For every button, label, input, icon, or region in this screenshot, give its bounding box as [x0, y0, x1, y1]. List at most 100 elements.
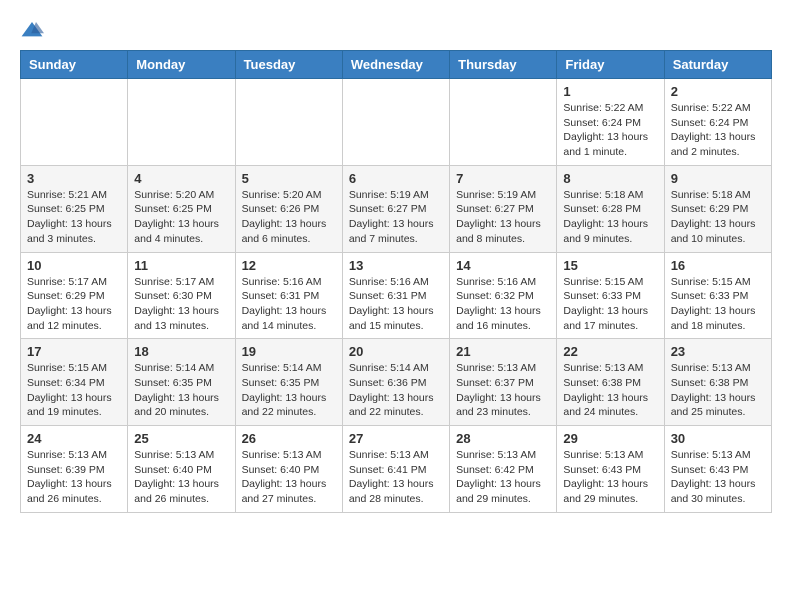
calendar-cell — [450, 79, 557, 166]
day-info: Sunrise: 5:18 AM Sunset: 6:29 PM Dayligh… — [671, 188, 765, 247]
day-number: 27 — [349, 431, 443, 446]
calendar-cell: 20 Sunrise: 5:14 AM Sunset: 6:36 PM Dayli… — [342, 339, 449, 426]
day-info: Sunrise: 5:13 AM Sunset: 6:39 PM Dayligh… — [27, 448, 121, 507]
day-number: 24 — [27, 431, 121, 446]
day-info: Sunrise: 5:13 AM Sunset: 6:42 PM Dayligh… — [456, 448, 550, 507]
day-number: 13 — [349, 258, 443, 273]
day-info: Sunrise: 5:13 AM Sunset: 6:43 PM Dayligh… — [671, 448, 765, 507]
day-info: Sunrise: 5:13 AM Sunset: 6:41 PM Dayligh… — [349, 448, 443, 507]
calendar-cell: 28 Sunrise: 5:13 AM Sunset: 6:42 PM Dayli… — [450, 426, 557, 513]
calendar-cell: 1 Sunrise: 5:22 AM Sunset: 6:24 PM Daylig… — [557, 79, 664, 166]
day-number: 11 — [134, 258, 228, 273]
calendar-header-monday: Monday — [128, 51, 235, 79]
day-info: Sunrise: 5:20 AM Sunset: 6:26 PM Dayligh… — [242, 188, 336, 247]
day-number: 5 — [242, 171, 336, 186]
calendar-cell: 25 Sunrise: 5:13 AM Sunset: 6:40 PM Dayli… — [128, 426, 235, 513]
calendar-cell: 30 Sunrise: 5:13 AM Sunset: 6:43 PM Dayli… — [664, 426, 771, 513]
day-number: 14 — [456, 258, 550, 273]
day-info: Sunrise: 5:13 AM Sunset: 6:40 PM Dayligh… — [134, 448, 228, 507]
logo-icon — [20, 20, 44, 40]
day-number: 30 — [671, 431, 765, 446]
day-number: 6 — [349, 171, 443, 186]
calendar-cell: 10 Sunrise: 5:17 AM Sunset: 6:29 PM Dayli… — [21, 252, 128, 339]
calendar-header-row: SundayMondayTuesdayWednesdayThursdayFrid… — [21, 51, 772, 79]
calendar-cell: 11Sunrise: 5:17 AM Sunset: 6:30 PM Dayli… — [128, 252, 235, 339]
day-info: Sunrise: 5:14 AM Sunset: 6:36 PM Dayligh… — [349, 361, 443, 420]
calendar-cell: 15 Sunrise: 5:15 AM Sunset: 6:33 PM Dayli… — [557, 252, 664, 339]
calendar-cell — [128, 79, 235, 166]
day-info: Sunrise: 5:19 AM Sunset: 6:27 PM Dayligh… — [349, 188, 443, 247]
calendar-header-saturday: Saturday — [664, 51, 771, 79]
page-header — [20, 20, 772, 40]
day-number: 25 — [134, 431, 228, 446]
day-number: 4 — [134, 171, 228, 186]
day-info: Sunrise: 5:13 AM Sunset: 6:43 PM Dayligh… — [563, 448, 657, 507]
day-info: Sunrise: 5:19 AM Sunset: 6:27 PM Dayligh… — [456, 188, 550, 247]
day-info: Sunrise: 5:14 AM Sunset: 6:35 PM Dayligh… — [242, 361, 336, 420]
day-info: Sunrise: 5:13 AM Sunset: 6:40 PM Dayligh… — [242, 448, 336, 507]
calendar-week-row: 1 Sunrise: 5:22 AM Sunset: 6:24 PM Daylig… — [21, 79, 772, 166]
calendar: SundayMondayTuesdayWednesdayThursdayFrid… — [20, 50, 772, 513]
calendar-cell: 14Sunrise: 5:16 AM Sunset: 6:32 PM Dayli… — [450, 252, 557, 339]
logo — [20, 20, 48, 40]
day-number: 18 — [134, 344, 228, 359]
calendar-cell: 2 Sunrise: 5:22 AM Sunset: 6:24 PM Daylig… — [664, 79, 771, 166]
calendar-cell: 19Sunrise: 5:14 AM Sunset: 6:35 PM Dayli… — [235, 339, 342, 426]
day-number: 28 — [456, 431, 550, 446]
calendar-cell: 22 Sunrise: 5:13 AM Sunset: 6:38 PM Dayli… — [557, 339, 664, 426]
day-number: 20 — [349, 344, 443, 359]
day-number: 3 — [27, 171, 121, 186]
calendar-week-row: 10 Sunrise: 5:17 AM Sunset: 6:29 PM Dayli… — [21, 252, 772, 339]
calendar-week-row: 3 Sunrise: 5:21 AM Sunset: 6:25 PM Daylig… — [21, 165, 772, 252]
day-info: Sunrise: 5:21 AM Sunset: 6:25 PM Dayligh… — [27, 188, 121, 247]
calendar-cell: 21 Sunrise: 5:13 AM Sunset: 6:37 PM Dayli… — [450, 339, 557, 426]
calendar-header-thursday: Thursday — [450, 51, 557, 79]
calendar-cell: 5 Sunrise: 5:20 AM Sunset: 6:26 PM Daylig… — [235, 165, 342, 252]
day-number: 26 — [242, 431, 336, 446]
day-info: Sunrise: 5:18 AM Sunset: 6:28 PM Dayligh… — [563, 188, 657, 247]
calendar-cell: 9 Sunrise: 5:18 AM Sunset: 6:29 PM Daylig… — [664, 165, 771, 252]
calendar-cell: 8 Sunrise: 5:18 AM Sunset: 6:28 PM Daylig… — [557, 165, 664, 252]
calendar-cell: 18 Sunrise: 5:14 AM Sunset: 6:35 PM Dayli… — [128, 339, 235, 426]
day-number: 23 — [671, 344, 765, 359]
calendar-week-row: 17Sunrise: 5:15 AM Sunset: 6:34 PM Dayli… — [21, 339, 772, 426]
calendar-cell: 3 Sunrise: 5:21 AM Sunset: 6:25 PM Daylig… — [21, 165, 128, 252]
day-number: 17 — [27, 344, 121, 359]
day-info: Sunrise: 5:15 AM Sunset: 6:33 PM Dayligh… — [563, 275, 657, 334]
day-number: 10 — [27, 258, 121, 273]
day-number: 29 — [563, 431, 657, 446]
calendar-cell: 7 Sunrise: 5:19 AM Sunset: 6:27 PM Daylig… — [450, 165, 557, 252]
calendar-cell — [235, 79, 342, 166]
day-info: Sunrise: 5:16 AM Sunset: 6:31 PM Dayligh… — [242, 275, 336, 334]
day-info: Sunrise: 5:22 AM Sunset: 6:24 PM Dayligh… — [563, 101, 657, 160]
calendar-cell: 12 Sunrise: 5:16 AM Sunset: 6:31 PM Dayli… — [235, 252, 342, 339]
calendar-cell: 17Sunrise: 5:15 AM Sunset: 6:34 PM Dayli… — [21, 339, 128, 426]
day-info: Sunrise: 5:13 AM Sunset: 6:38 PM Dayligh… — [563, 361, 657, 420]
day-number: 1 — [563, 84, 657, 99]
day-number: 2 — [671, 84, 765, 99]
day-number: 8 — [563, 171, 657, 186]
calendar-cell: 23 Sunrise: 5:13 AM Sunset: 6:38 PM Dayli… — [664, 339, 771, 426]
day-info: Sunrise: 5:14 AM Sunset: 6:35 PM Dayligh… — [134, 361, 228, 420]
day-number: 21 — [456, 344, 550, 359]
day-info: Sunrise: 5:17 AM Sunset: 6:29 PM Dayligh… — [27, 275, 121, 334]
calendar-cell — [21, 79, 128, 166]
day-number: 22 — [563, 344, 657, 359]
calendar-header-friday: Friday — [557, 51, 664, 79]
day-info: Sunrise: 5:13 AM Sunset: 6:38 PM Dayligh… — [671, 361, 765, 420]
day-number: 15 — [563, 258, 657, 273]
day-info: Sunrise: 5:13 AM Sunset: 6:37 PM Dayligh… — [456, 361, 550, 420]
day-number: 7 — [456, 171, 550, 186]
calendar-week-row: 24 Sunrise: 5:13 AM Sunset: 6:39 PM Dayli… — [21, 426, 772, 513]
calendar-cell: 6 Sunrise: 5:19 AM Sunset: 6:27 PM Daylig… — [342, 165, 449, 252]
day-info: Sunrise: 5:16 AM Sunset: 6:31 PM Dayligh… — [349, 275, 443, 334]
calendar-header-sunday: Sunday — [21, 51, 128, 79]
day-number: 16 — [671, 258, 765, 273]
calendar-header-tuesday: Tuesday — [235, 51, 342, 79]
calendar-cell: 16Sunrise: 5:15 AM Sunset: 6:33 PM Dayli… — [664, 252, 771, 339]
calendar-cell: 24 Sunrise: 5:13 AM Sunset: 6:39 PM Dayli… — [21, 426, 128, 513]
day-number: 9 — [671, 171, 765, 186]
calendar-cell: 27 Sunrise: 5:13 AM Sunset: 6:41 PM Dayli… — [342, 426, 449, 513]
day-number: 12 — [242, 258, 336, 273]
day-info: Sunrise: 5:22 AM Sunset: 6:24 PM Dayligh… — [671, 101, 765, 160]
